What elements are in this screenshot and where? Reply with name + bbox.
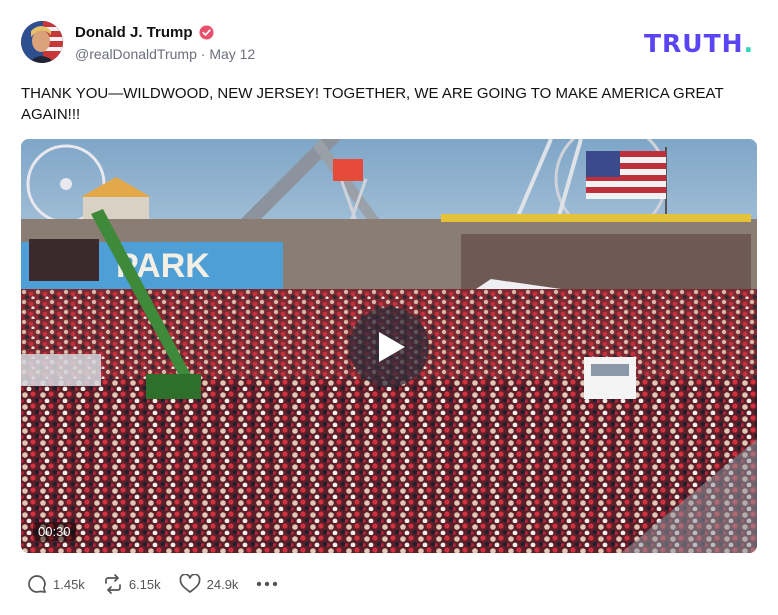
post-actions: 1.45k 6.15k 24.9k (27, 574, 296, 594)
logo-text: TRUTH (644, 29, 744, 58)
more-options-button[interactable] (256, 581, 278, 587)
play-button[interactable] (349, 307, 429, 387)
more-icon (257, 581, 278, 587)
post-date[interactable]: May 12 (209, 46, 255, 62)
meta-separator: · (200, 46, 206, 62)
verified-badge-icon (198, 25, 214, 40)
retruth-button[interactable]: 6.15k (103, 574, 161, 594)
heart-icon (179, 574, 201, 593)
logo-dot: . (743, 29, 755, 58)
truth-social-logo[interactable]: TRUTH. (644, 29, 754, 58)
author-name[interactable]: Donald J. Trump (75, 24, 193, 41)
avatar-image (21, 21, 63, 63)
avatar[interactable] (21, 21, 63, 63)
author-handle[interactable]: @realDonaldTrump (75, 46, 197, 62)
like-count: 24.9k (206, 576, 239, 592)
post-meta: @realDonaldTrump · May 12 (75, 46, 255, 62)
video-duration: 00:30 (33, 522, 76, 541)
retruth-icon (104, 574, 121, 594)
reply-button[interactable]: 1.45k (27, 574, 85, 594)
comment-icon (28, 575, 46, 593)
reply-count: 1.45k (53, 576, 85, 592)
retruth-count: 6.15k (128, 576, 161, 592)
author-row: Donald J. Trump (75, 24, 214, 41)
post-text: THANK YOU—WILDWOOD, NEW JERSEY! TOGETHER… (21, 85, 724, 123)
video-player[interactable]: PARK 00:30 (21, 139, 757, 553)
play-icon (379, 332, 405, 362)
like-button[interactable]: 24.9k (179, 574, 239, 594)
